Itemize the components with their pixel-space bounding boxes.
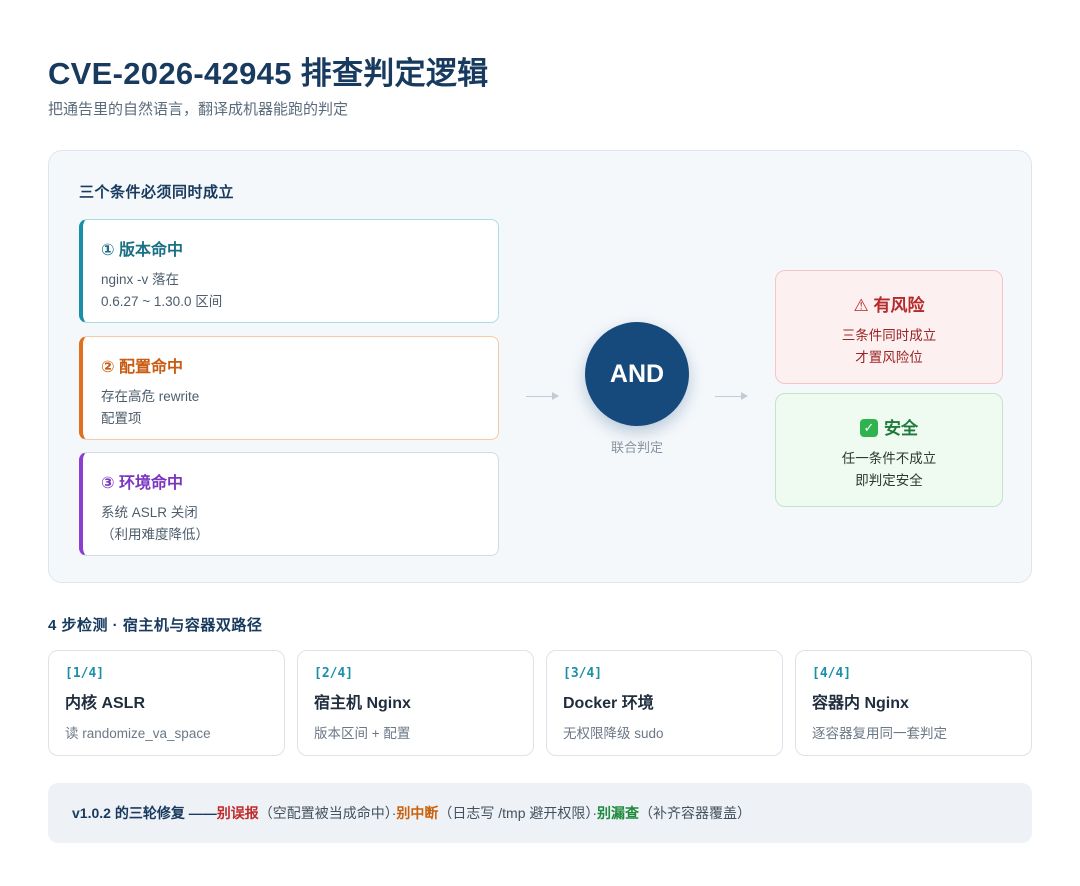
condition-config-desc: 存在高危 rewrite 配置项 [101, 389, 200, 426]
logic-panel: 三个条件必须同时成立 ① 版本命中 nginx -v 落在 0.6.27 ~ 1… [48, 150, 1032, 583]
page-subtitle: 把通告里的自然语言，翻译成机器能跑的判定 [48, 101, 349, 118]
step-card-1: [1/4] 内核 ASLR 读 randomize_va_space [48, 650, 285, 756]
condition-env-title: ③ 环境命中 [101, 475, 183, 492]
result-risk-title: 有风险 [873, 296, 925, 315]
step-card-3: [3/4] Docker 环境 无权限降级 sudo [546, 650, 783, 756]
fix-no-interrupt-desc: （日志写 /tmp 避开权限）· [438, 805, 598, 821]
fix-summary-lead: v1.0.2 的三轮修复 —— [72, 805, 217, 821]
condition-config-card: ② 配置命中 存在高危 rewrite 配置项 [79, 336, 499, 440]
step-desc: 逐容器复用同一套判定 [812, 726, 947, 741]
step-card-2: [2/4] 宿主机 Nginx 版本区间 + 配置 [297, 650, 534, 756]
condition-version-desc: nginx -v 落在 0.6.27 ~ 1.30.0 区间 [101, 272, 223, 309]
fix-no-interrupt: 别中断 [396, 805, 439, 821]
fix-no-miss-desc: （补齐容器覆盖） [639, 805, 752, 821]
step-number: [1/4] [65, 666, 105, 681]
step-title: 容器内 Nginx [812, 695, 909, 712]
step-card-4: [4/4] 容器内 Nginx 逐容器复用同一套判定 [795, 650, 1032, 756]
step-title: 宿主机 Nginx [314, 695, 411, 712]
result-risk-desc: 三条件同时成立 才置风险位 [841, 328, 937, 365]
result-safe-title: 安全 [884, 419, 918, 438]
result-safe-desc: 任一条件不成立 即判定安全 [841, 451, 937, 488]
logic-panel-title: 三个条件必须同时成立 [79, 184, 235, 201]
fix-summary-bar: v1.0.2 的三轮修复 —— 别误报 （空配置被当成命中）· 别中断 （日志写 /… [48, 783, 1032, 843]
fix-no-false-positive: 别误报 [216, 805, 259, 821]
arrow-to-gate-icon [526, 392, 559, 400]
step-desc: 读 randomize_va_space [65, 726, 211, 741]
steps-section-title: 4 步检测 · 宿主机与容器双路径 [48, 617, 263, 634]
fix-no-miss: 别漏查 [597, 805, 640, 821]
condition-env-card: ③ 环境命中 系统 ASLR 关闭 （利用难度降低） [79, 452, 499, 556]
condition-version-card: ① 版本命中 nginx -v 落在 0.6.27 ~ 1.30.0 区间 [79, 219, 499, 323]
and-gate: AND [585, 322, 689, 426]
step-number: [3/4] [563, 666, 603, 681]
fix-no-false-positive-desc: （空配置被当成命中）· [258, 805, 397, 821]
step-desc: 版本区间 + 配置 [314, 726, 411, 741]
condition-version-title: ① 版本命中 [101, 242, 183, 259]
and-gate-caption: 联合判定 [610, 440, 663, 455]
page-title: CVE-2026-42945 排查判定逻辑 [48, 56, 489, 91]
arrow-to-result-icon [715, 392, 748, 400]
result-risk-card: ⚠ 有风险 三条件同时成立 才置风险位 [775, 270, 1003, 384]
condition-config-title: ② 配置命中 [101, 359, 183, 376]
result-safe-card: ✓ 安全 任一条件不成立 即判定安全 [775, 393, 1003, 507]
step-title: Docker 环境 [563, 695, 654, 712]
warning-icon: ⚠ [853, 296, 869, 315]
step-number: [4/4] [812, 666, 852, 681]
step-title: 内核 ASLR [65, 695, 146, 712]
condition-env-desc: 系统 ASLR 关闭 （利用难度降低） [101, 505, 209, 542]
step-number: [2/4] [314, 666, 354, 681]
step-desc: 无权限降级 sudo [563, 726, 664, 741]
check-icon: ✓ [860, 419, 878, 437]
